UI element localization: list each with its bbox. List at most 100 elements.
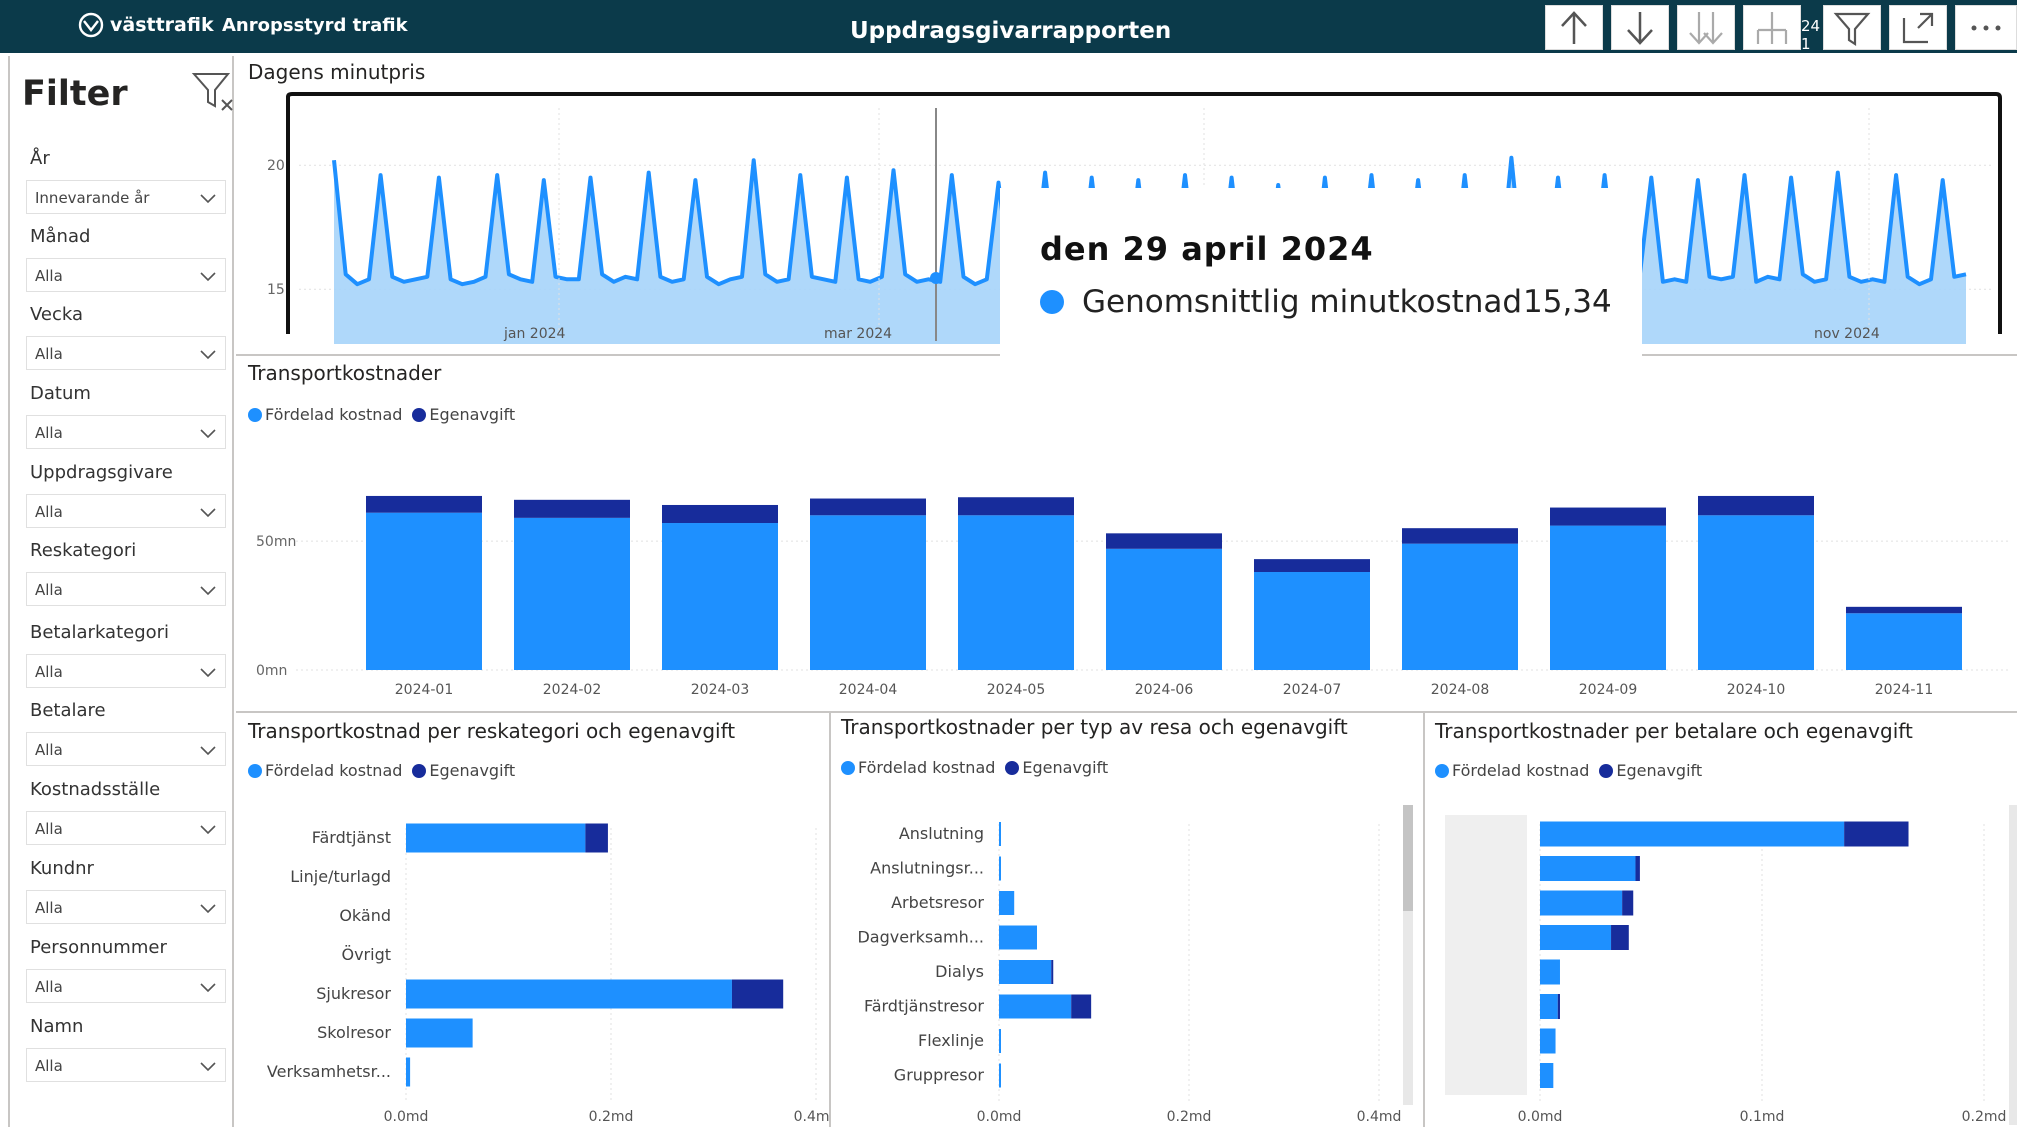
chart-scrollbar-thumb[interactable]: [1403, 805, 1413, 911]
bar-egenavgift[interactable]: [514, 499, 630, 518]
bar-fordelad[interactable]: [1540, 1028, 1556, 1054]
bar-egenavgift[interactable]: [1106, 533, 1222, 549]
bar-egenavgift[interactable]: [1846, 606, 1962, 614]
y-tick-label: 15: [267, 282, 285, 298]
cost-per-payer-chart[interactable]: 0.0md 0.1md 0.2md: [1425, 713, 2017, 1127]
slicer-value: Alla: [35, 345, 63, 363]
bar-fordelad[interactable]: [406, 823, 586, 853]
cost-per-travel-category-chart[interactable]: 0.0md 0.2md 0.4md Färdtjänst Linje/turlagd Ok…: [236, 713, 830, 1127]
bar-fordelad[interactable]: [1402, 543, 1518, 670]
bar-egenavgift[interactable]: [1254, 559, 1370, 573]
go-to-next-level-button[interactable]: [1677, 5, 1735, 50]
x-tick-label: 2024-07: [1283, 682, 1342, 698]
x-tick-label: 0.1md: [1740, 1109, 1785, 1125]
chevron-down-icon: [200, 350, 216, 360]
bar-egenavgift[interactable]: [1622, 890, 1634, 916]
bar-fordelad[interactable]: [406, 979, 732, 1009]
bar-fordelad[interactable]: [999, 960, 1052, 984]
cost-per-travel-category-panel: Transportkostnad per reskategori och ege…: [236, 713, 830, 1127]
bar-fordelad[interactable]: [1254, 572, 1370, 670]
bar-fordelad[interactable]: [1540, 856, 1636, 881]
bar-fordelad[interactable]: [958, 515, 1074, 670]
slicer-dropdown[interactable]: Alla: [26, 258, 226, 292]
bar-fordelad[interactable]: [1550, 525, 1666, 670]
transport-costs-chart[interactable]: 0mn 50mn 2024-01 2024-02 2024-03 2024-04 2024-…: [236, 357, 2017, 711]
brand-name: västtrafik: [110, 14, 214, 36]
bar-egenavgift[interactable]: [731, 979, 784, 1009]
bar-fordelad[interactable]: [999, 856, 1001, 881]
slicer-dropdown[interactable]: Alla: [26, 811, 226, 845]
transport-costs-panel: Transportkostnader Fördelad kostnad Egen…: [236, 357, 2017, 711]
bar-fordelad[interactable]: [1540, 959, 1560, 985]
bar-egenavgift[interactable]: [585, 823, 608, 853]
slicer-dropdown[interactable]: Alla: [26, 494, 226, 528]
bar-egenavgift[interactable]: [1550, 507, 1666, 526]
bar-fordelad[interactable]: [810, 515, 926, 670]
slicer-dropdown[interactable]: Alla: [26, 654, 226, 688]
slicer-dropdown[interactable]: Alla: [26, 336, 226, 370]
slicer-label: Kundnr: [30, 858, 94, 879]
slicer-dropdown[interactable]: Alla: [26, 572, 226, 606]
chart-scrollbar[interactable]: [1403, 805, 1413, 1105]
slicer-value: Alla: [35, 741, 63, 759]
bar-egenavgift[interactable]: [1071, 994, 1092, 1019]
bar-egenavgift[interactable]: [1557, 994, 1560, 1019]
bar-fordelad[interactable]: [999, 1063, 1001, 1088]
slicer-dropdown[interactable]: Alla: [26, 969, 226, 1003]
brand-logo: västtrafik: [78, 12, 214, 38]
bar-fordelad[interactable]: [1846, 613, 1962, 670]
clear-filter-icon[interactable]: [188, 66, 236, 114]
bar-fordelad[interactable]: [999, 891, 1015, 915]
bar-fordelad[interactable]: [999, 822, 1001, 846]
x-tick-label: 2024-04: [839, 682, 898, 698]
bar-egenavgift[interactable]: [1051, 960, 1054, 984]
cost-per-trip-type-chart[interactable]: 0.0md 0.2md 0.4md Anslutning Anslutningsr...…: [831, 713, 1424, 1127]
slicer-dropdown[interactable]: Alla: [26, 415, 226, 449]
slicer-label: Personnummer: [30, 937, 167, 958]
bar-egenavgift[interactable]: [1402, 528, 1518, 544]
bar-fordelad[interactable]: [406, 1057, 411, 1087]
bar-egenavgift[interactable]: [958, 497, 1074, 516]
expand-hierarchy-icon: [1756, 11, 1788, 44]
bar-fordelad[interactable]: [1106, 548, 1222, 670]
x-tick-label: 2024-08: [1431, 682, 1490, 698]
filter-button[interactable]: [1823, 5, 1881, 50]
bar-fordelad[interactable]: [999, 994, 1072, 1019]
bar-fordelad[interactable]: [406, 1018, 473, 1048]
bar-fordelad[interactable]: [1698, 515, 1814, 670]
bar-fordelad[interactable]: [1540, 925, 1612, 950]
bar-egenavgift[interactable]: [1635, 856, 1640, 881]
bar-fordelad[interactable]: [1540, 890, 1623, 916]
hover-point[interactable]: [930, 272, 942, 284]
bar-egenavgift[interactable]: [1844, 821, 1909, 847]
app-name: Anropsstyrd trafik: [222, 15, 408, 36]
slicer-dropdown[interactable]: Alla: [26, 1048, 226, 1082]
slicer-dropdown[interactable]: Alla: [26, 890, 226, 924]
bar-fordelad[interactable]: [999, 925, 1037, 950]
filter-pane-title: Filter: [22, 74, 128, 114]
bar-fordelad[interactable]: [662, 523, 778, 670]
more-options-button[interactable]: [1955, 5, 2017, 50]
bar-egenavgift[interactable]: [662, 504, 778, 524]
slicer-dropdown[interactable]: Alla: [26, 732, 226, 766]
bar-egenavgift[interactable]: [810, 498, 926, 516]
bar-egenavgift[interactable]: [1611, 925, 1629, 950]
bar-fordelad[interactable]: [1540, 821, 1845, 847]
focus-mode-button[interactable]: [1889, 5, 1947, 50]
drill-up-button[interactable]: [1545, 5, 1603, 50]
bar-egenavgift[interactable]: [1698, 495, 1814, 516]
bar-egenavgift[interactable]: [366, 495, 482, 513]
drill-down-button[interactable]: [1611, 5, 1669, 50]
chart-scrollbar[interactable]: [2009, 805, 2017, 1125]
expand-hierarchy-button[interactable]: [1743, 5, 1801, 50]
slicer-dropdown[interactable]: Innevarande år: [26, 180, 226, 214]
bar-fordelad[interactable]: [514, 517, 630, 670]
slicer-value: Innevarande år: [35, 189, 150, 207]
x-tick-label: mar 2024: [824, 326, 892, 342]
tooltip-series-dot-icon: [1040, 290, 1064, 314]
bar-fordelad[interactable]: [1540, 1063, 1554, 1088]
bar-fordelad[interactable]: [999, 1029, 1001, 1053]
bar-fordelad[interactable]: [366, 512, 482, 670]
chevron-down-icon: [200, 668, 216, 678]
bar-fordelad[interactable]: [1540, 994, 1558, 1019]
